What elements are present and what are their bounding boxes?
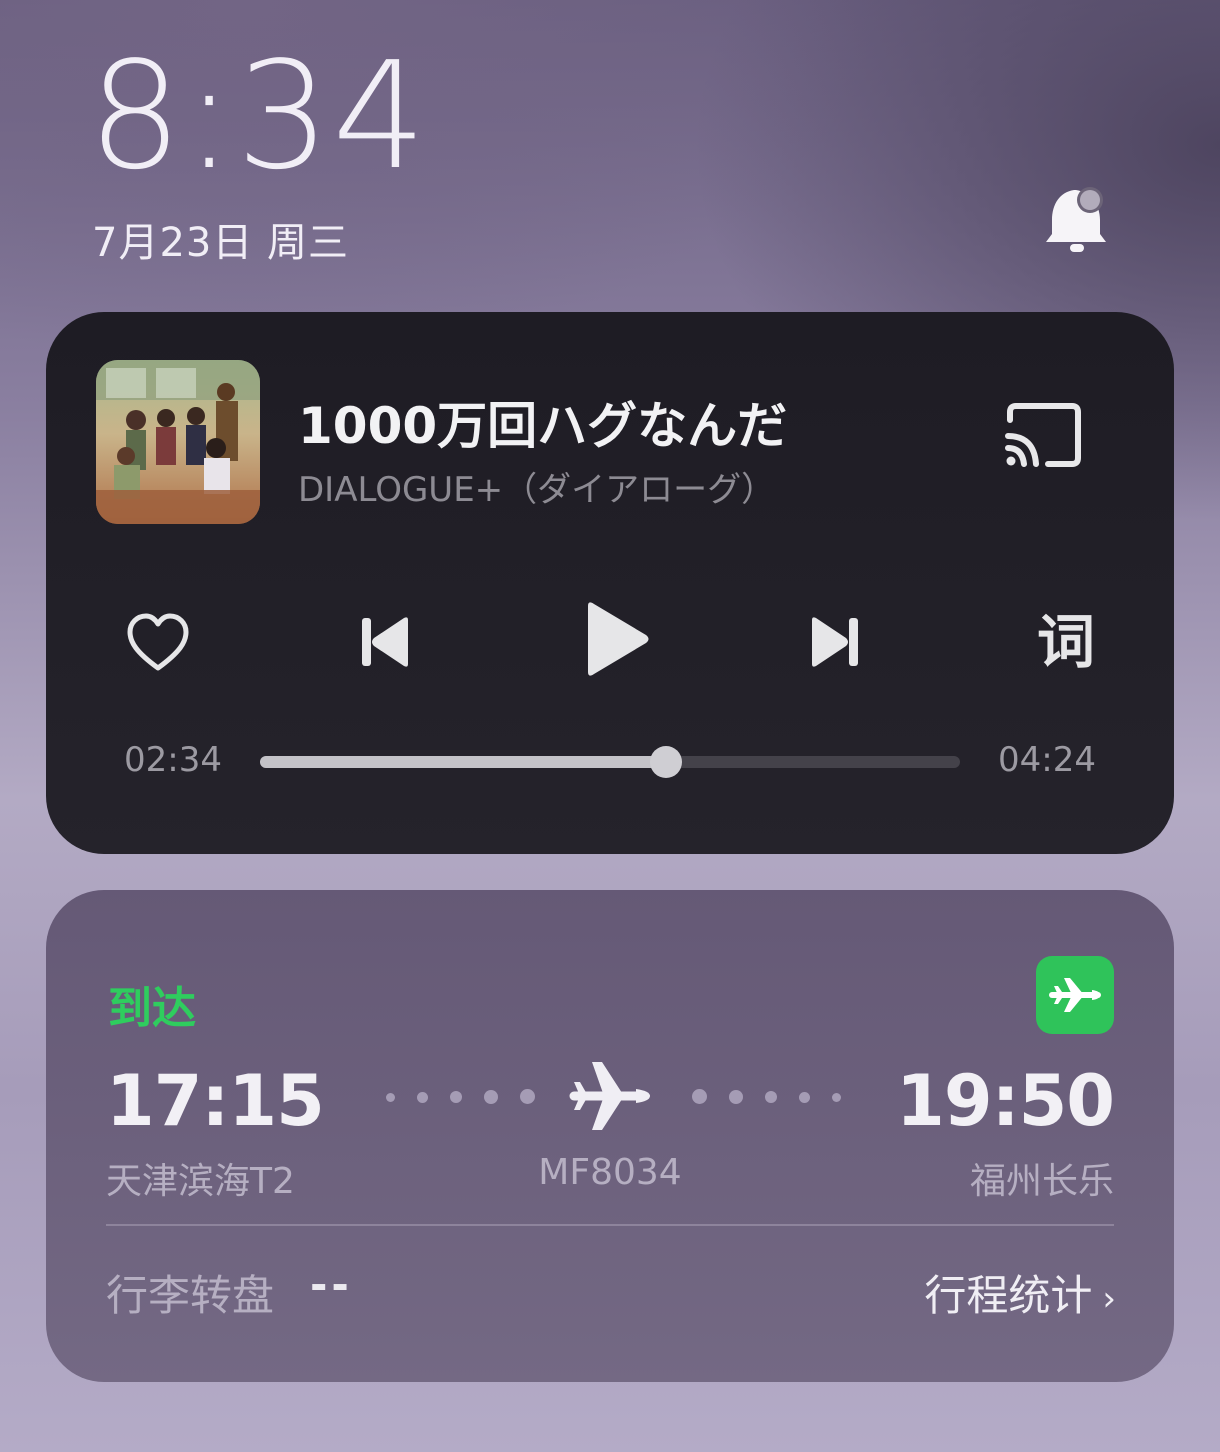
chevron-right-icon: › xyxy=(1102,1279,1116,1319)
total-duration: 04:24 xyxy=(998,740,1096,780)
trip-stats-label: 行程统计 xyxy=(924,1271,1093,1320)
bell-icon[interactable] xyxy=(1040,180,1120,262)
lockscreen-date: 7月23日 周三 xyxy=(92,220,350,266)
flight-app-icon[interactable] xyxy=(1036,956,1114,1034)
arrival-time: 19:50 xyxy=(896,1060,1115,1142)
play-icon xyxy=(588,602,649,676)
route-dots-left xyxy=(386,1089,535,1104)
lyrics-button[interactable]: 词 xyxy=(1026,602,1106,682)
elapsed-time: 02:34 xyxy=(124,740,222,780)
progress-slider[interactable] xyxy=(260,746,960,778)
baggage-carousel-value: -- xyxy=(310,1260,353,1309)
previous-button[interactable] xyxy=(344,602,424,682)
arrival-airport: 福州长乐 xyxy=(969,1161,1114,1202)
airplane-icon xyxy=(1049,978,1101,1012)
play-button[interactable] xyxy=(572,594,662,684)
next-button[interactable] xyxy=(796,602,876,682)
baggage-carousel-label: 行李转盘 xyxy=(106,1271,275,1320)
flight-card[interactable]: 到达 17:15 19:50 天津滨海T2 MF8034 福州长乐 行李转盘 -… xyxy=(46,890,1174,1382)
divider xyxy=(106,1224,1114,1226)
trip-stats-link[interactable]: 行程统计 › xyxy=(924,1262,1116,1323)
album-art[interactable] xyxy=(96,360,260,524)
cast-icon[interactable] xyxy=(1002,400,1084,470)
lockscreen-clock: 8:34 xyxy=(88,30,429,202)
progress-fill xyxy=(260,756,666,768)
previous-icon xyxy=(362,617,408,667)
progress-thumb[interactable] xyxy=(650,746,682,778)
flight-status: 到达 xyxy=(108,983,196,1034)
airplane-icon xyxy=(566,1052,654,1140)
song-artist: DIALOGUE+（ダイアローグ） xyxy=(298,470,776,510)
next-icon xyxy=(812,617,858,667)
favorite-button[interactable] xyxy=(118,602,198,682)
heart-icon xyxy=(127,613,189,671)
departure-time: 17:15 xyxy=(106,1060,325,1142)
route-dots-right xyxy=(692,1089,841,1104)
media-player-card: 1000万回ハグなんだ DIALOGUE+（ダイアローグ） 词 02:34 04… xyxy=(46,312,1174,854)
song-title: 1000万回ハグなんだ xyxy=(298,397,788,455)
